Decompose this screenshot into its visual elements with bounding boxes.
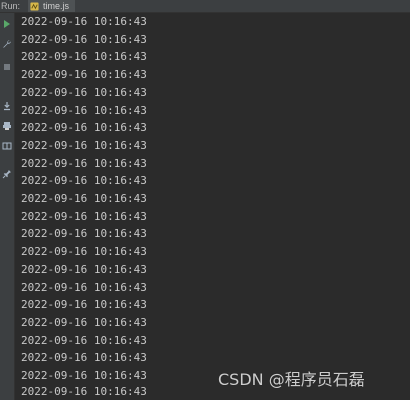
console-line: 2022-09-16 10:16:43 — [21, 85, 147, 99]
pin-icon[interactable] — [2, 169, 12, 179]
run-side-toolbar — [0, 13, 15, 400]
console-line: 2022-09-16 10:16:43 — [21, 280, 147, 294]
console-line: 2022-09-16 10:16:43 — [21, 50, 147, 64]
run-tool-header: Run: time.js — [0, 0, 410, 13]
wrench-icon[interactable] — [2, 39, 12, 49]
layout-icon[interactable] — [2, 141, 12, 151]
console-line: 2022-09-16 10:16:43 — [21, 138, 147, 152]
run-label: Run: — [1, 1, 21, 11]
console-line: 2022-09-16 10:16:43 — [21, 121, 147, 135]
console-line: 2022-09-16 10:16:43 — [21, 298, 147, 312]
console-line: 2022-09-16 10:16:43 — [21, 156, 147, 170]
csdn-watermark: CSDN @程序员石磊 — [218, 370, 365, 389]
javascript-file-icon — [30, 1, 39, 11]
run-icon[interactable] — [2, 19, 12, 29]
download-icon[interactable] — [2, 101, 12, 111]
console-line: 2022-09-16 10:16:43 — [21, 227, 147, 241]
console-line: 2022-09-16 10:16:43 — [21, 333, 147, 347]
console-line: 2022-09-16 10:16:43 — [21, 385, 147, 398]
console-line: 2022-09-16 10:16:43 — [21, 209, 147, 223]
run-tab-time-js[interactable]: time.js — [28, 0, 76, 12]
console-line: 2022-09-16 10:16:43 — [21, 351, 147, 365]
console-line: 2022-09-16 10:16:43 — [21, 68, 147, 82]
console-line: 2022-09-16 10:16:43 — [21, 369, 147, 382]
stop-icon[interactable] — [2, 62, 12, 72]
console-output[interactable]: 2022-09-16 10:16:43 2022-09-16 10:16:43 … — [15, 13, 410, 400]
console-line: 2022-09-16 10:16:43 — [21, 15, 147, 28]
print-icon[interactable] — [2, 121, 12, 131]
console-line: 2022-09-16 10:16:43 — [21, 245, 147, 259]
console-line: 2022-09-16 10:16:43 — [21, 262, 147, 276]
console-line: 2022-09-16 10:16:43 — [21, 103, 147, 117]
run-tab-label: time.js — [43, 1, 70, 11]
console-line: 2022-09-16 10:16:43 — [21, 315, 147, 329]
console-line: 2022-09-16 10:16:43 — [21, 174, 147, 188]
run-tool-window: Run: time.js 2022-09-16 10:16:43 2022-09… — [0, 0, 410, 400]
console-line: 2022-09-16 10:16:43 — [21, 32, 147, 46]
console-line: 2022-09-16 10:16:43 — [21, 192, 147, 205]
